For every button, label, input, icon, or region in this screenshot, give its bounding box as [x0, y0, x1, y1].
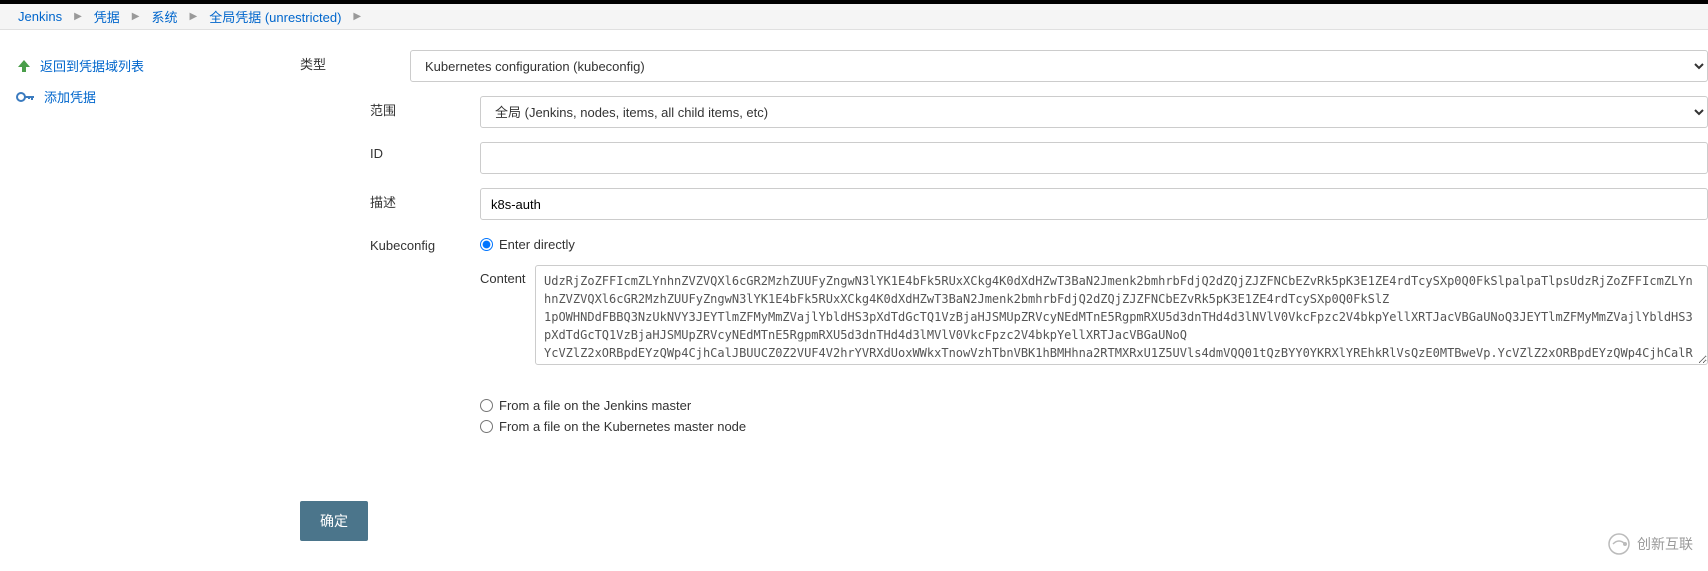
sidebar-item-add-credential[interactable]: 添加凭据 — [16, 81, 284, 112]
submit-button[interactable]: 确定 — [300, 501, 368, 541]
radio-label: Enter directly — [499, 237, 575, 252]
scope-label: 范围 — [370, 96, 480, 119]
desc-input[interactable] — [480, 188, 1708, 220]
arrow-up-icon — [16, 58, 32, 74]
type-label: 类型 — [300, 50, 410, 73]
breadcrumb-item-system[interactable]: 系统 — [144, 7, 186, 26]
content-textarea[interactable]: UdzRjZoZFFIcmZLYnhnZVZVQXl6cGR2MzhZUUFyZ… — [535, 265, 1708, 365]
chevron-right-icon: ▶ — [70, 11, 86, 22]
key-icon — [16, 90, 36, 104]
id-input[interactable] — [480, 142, 1708, 174]
radio-file-master-input[interactable] — [480, 399, 493, 412]
sidebar: 返回到凭据域列表 添加凭据 — [0, 30, 300, 561]
sidebar-item-back[interactable]: 返回到凭据域列表 — [16, 50, 284, 81]
brand-icon — [1607, 532, 1631, 556]
radio-enter-directly[interactable]: Enter directly — [480, 234, 1708, 255]
sidebar-item-label: 添加凭据 — [44, 87, 96, 106]
kubeconfig-label: Kubeconfig — [370, 234, 480, 253]
footer-brand: 创新互联 — [1607, 532, 1693, 556]
breadcrumb-item-credentials[interactable]: 凭据 — [86, 7, 128, 26]
content-label: Content — [480, 265, 535, 286]
radio-file-k8s[interactable]: From a file on the Kubernetes master nod… — [480, 416, 1708, 437]
chevron-right-icon: ▶ — [349, 11, 365, 22]
id-label: ID — [370, 142, 480, 161]
breadcrumb: Jenkins ▶ 凭据 ▶ 系统 ▶ 全局凭据 (unrestricted) … — [0, 4, 1708, 30]
breadcrumb-item-jenkins[interactable]: Jenkins — [10, 9, 70, 24]
brand-text: 创新互联 — [1637, 534, 1693, 554]
scope-select[interactable]: 全局 (Jenkins, nodes, items, all child ite… — [480, 96, 1708, 128]
chevron-right-icon: ▶ — [186, 11, 202, 22]
sidebar-item-label: 返回到凭据域列表 — [40, 56, 144, 75]
breadcrumb-item-global[interactable]: 全局凭据 (unrestricted) — [201, 7, 349, 26]
radio-file-master[interactable]: From a file on the Jenkins master — [480, 395, 1708, 416]
type-select[interactable]: Kubernetes configuration (kubeconfig) — [410, 50, 1708, 82]
desc-label: 描述 — [370, 188, 480, 211]
radio-label: From a file on the Kubernetes master nod… — [499, 419, 746, 434]
radio-file-k8s-input[interactable] — [480, 420, 493, 433]
radio-label: From a file on the Jenkins master — [499, 398, 691, 413]
main-content: 类型 Kubernetes configuration (kubeconfig)… — [300, 30, 1708, 561]
radio-enter-directly-input[interactable] — [480, 238, 493, 251]
chevron-right-icon: ▶ — [128, 11, 144, 22]
